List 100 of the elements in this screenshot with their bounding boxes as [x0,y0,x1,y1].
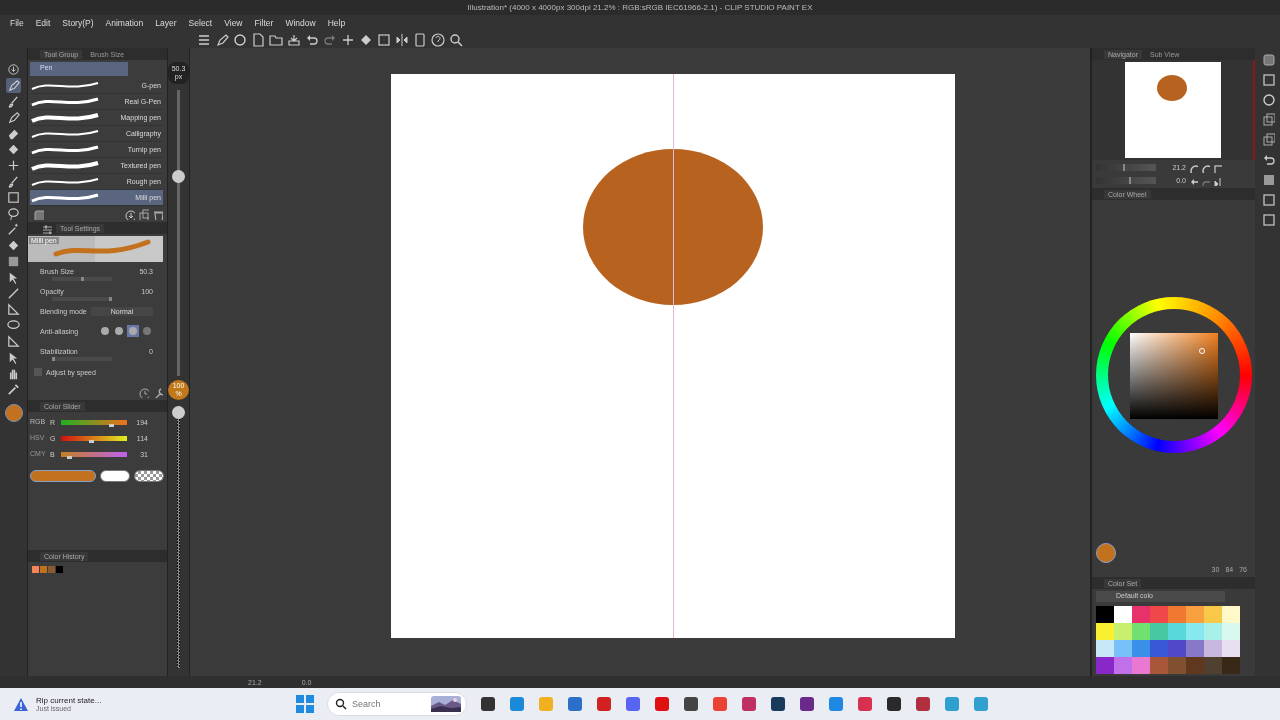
download-icon[interactable] [6,62,21,77]
flip-icon[interactable] [394,31,410,48]
search-icon[interactable] [448,31,464,48]
copy-icon[interactable] [1260,132,1275,146]
color-swatch[interactable] [1114,657,1132,674]
color-swatch[interactable] [1132,623,1150,640]
color-swatch[interactable] [1186,640,1204,657]
color-swatch[interactable] [1150,657,1168,674]
color-swatch[interactable] [1204,657,1222,674]
app-icon[interactable] [683,696,699,712]
color-swatch[interactable] [1168,606,1186,623]
menu-item[interactable]: File [4,18,30,28]
menu-item[interactable]: View [218,18,249,28]
brush-icon[interactable] [6,174,21,189]
flip-icon[interactable] [1212,175,1222,186]
main-color-well[interactable] [30,470,96,482]
color-slider-track[interactable] [61,436,127,441]
ruler-icon[interactable] [6,334,21,349]
slider-thumb[interactable] [172,170,185,184]
slider-thumb[interactable] [109,297,112,301]
layers-icon[interactable] [32,208,44,220]
slider-thumb[interactable] [88,440,94,443]
slider-thumb[interactable] [80,277,84,281]
lasso-icon[interactable] [6,206,21,221]
color-swatch[interactable] [1222,640,1240,657]
clock-icon[interactable] [137,386,149,398]
menu-item[interactable]: Animation [99,18,150,28]
menu-item[interactable]: Help [321,18,352,28]
color-swatch[interactable] [1132,640,1150,657]
menu-item[interactable]: Story(P) [56,18,100,28]
windows-start-icon[interactable] [296,695,314,713]
brush-icon[interactable] [6,94,21,109]
color-slider-track[interactable] [61,452,127,457]
color-swatch[interactable] [1150,623,1168,640]
drawing-canvas[interactable] [391,74,955,638]
color-swatch[interactable] [1186,606,1204,623]
history-swatch[interactable] [56,566,63,573]
color-swatch[interactable] [1132,657,1150,674]
sub-color-well[interactable] [100,470,130,482]
menu-item[interactable]: Filter [248,18,280,28]
line-icon[interactable] [6,286,21,301]
saturation-square[interactable] [1129,333,1218,419]
color-swatch[interactable] [1114,623,1132,640]
app-icon[interactable] [886,696,902,712]
color-swatch[interactable] [1168,640,1186,657]
color-swatch[interactable] [1168,657,1186,674]
copy-icon[interactable] [137,208,149,220]
app-icon[interactable] [799,696,815,712]
copy-icon[interactable] [1260,112,1275,126]
slider-thumb[interactable] [172,406,185,419]
color-swatch[interactable] [1114,606,1132,623]
history-swatch[interactable] [48,566,55,573]
transparent-color-well[interactable] [134,470,164,482]
color-swatch[interactable] [1132,606,1150,623]
color-swatch[interactable] [1114,640,1132,657]
color-swatch[interactable] [1096,640,1114,657]
app-icon[interactable] [770,696,786,712]
new-file-icon[interactable] [250,31,266,48]
color-swatch[interactable] [1222,657,1240,674]
color-swatch[interactable] [1096,606,1114,623]
tablet-icon[interactable] [412,31,428,48]
pen-icon[interactable] [6,78,21,93]
slider-thumb[interactable] [66,456,72,459]
rotation-slider[interactable] [1096,177,1156,184]
anti-aliasing-option[interactable] [113,325,125,337]
color-swatch[interactable] [1204,623,1222,640]
history-swatch[interactable] [40,566,47,573]
menu-item[interactable]: Edit [29,18,57,28]
color-slider-track[interactable] [61,420,127,425]
color-swatch[interactable] [1150,606,1168,623]
slider-thumb[interactable] [52,357,55,361]
menu-item[interactable]: Layer [149,18,183,28]
main-color-well[interactable] [1096,543,1116,563]
app-icon[interactable] [480,696,496,712]
trash-icon[interactable] [151,208,163,220]
color-swatch[interactable] [1096,657,1114,674]
color-swatch[interactable] [1150,640,1168,657]
brush-size-slider[interactable] [172,90,185,376]
color-swatch[interactable] [1204,606,1222,623]
menu-item[interactable]: Select [182,18,219,28]
color-swatch[interactable] [1168,623,1186,640]
opacity-slider[interactable] [172,406,185,668]
slider-thumb[interactable] [109,424,115,427]
ruler-icon[interactable] [6,302,21,317]
color-swatch[interactable] [1186,623,1204,640]
history-swatch[interactable] [32,566,39,573]
wand-icon[interactable] [6,222,21,237]
pen-icon[interactable] [6,110,21,125]
anti-aliasing-option[interactable] [141,325,153,337]
main-color-swatch[interactable] [4,404,23,422]
color-swatch[interactable] [1186,657,1204,674]
color-swatch[interactable] [1222,623,1240,640]
color-swatch[interactable] [1204,640,1222,657]
eyedropper-icon[interactable] [6,382,21,397]
color-swatch[interactable] [1096,623,1114,640]
app-icon[interactable] [915,696,931,712]
anti-aliasing-option[interactable] [99,325,111,337]
color-swatch[interactable] [1222,606,1240,623]
layers-icon[interactable] [1260,52,1275,66]
expand-toggle[interactable] [34,368,42,376]
